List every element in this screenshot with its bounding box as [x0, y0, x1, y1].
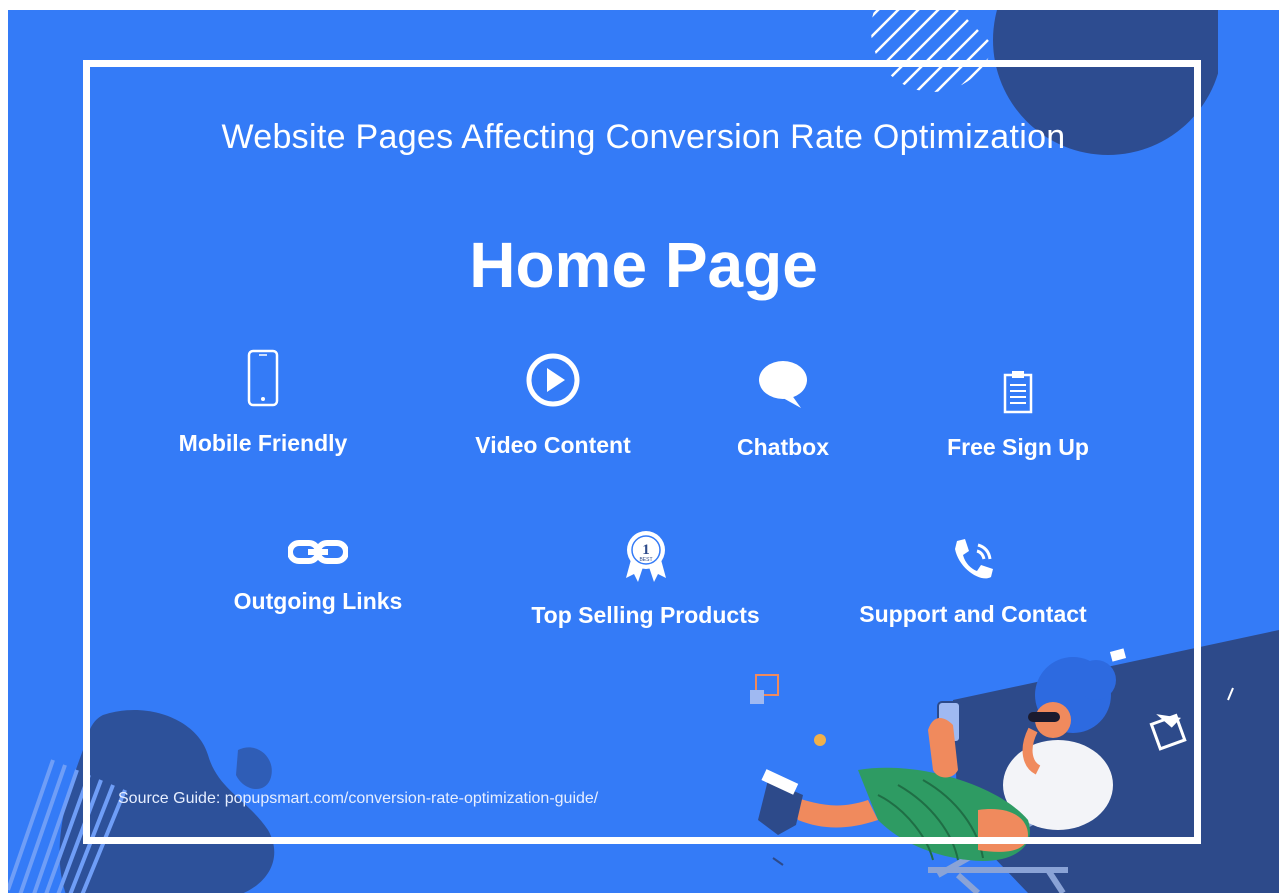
- play-circle-icon: [526, 353, 580, 407]
- chat-bubble-icon: [759, 361, 807, 408]
- feature-label: Outgoing Links: [233, 588, 403, 614]
- mobile-phone-icon: [247, 349, 279, 407]
- feature-label: Free Sign Up: [947, 434, 1089, 460]
- infographic-subtitle: Website Pages Affecting Conversion Rate …: [221, 118, 1066, 156]
- feature-mobile-friendly: Mobile Friendly: [158, 348, 368, 457]
- page-title: Home Page: [469, 229, 818, 301]
- feature-label: Video Content: [475, 432, 631, 458]
- infographic-canvas: Website Pages Affecting Conversion Rate …: [8, 10, 1279, 893]
- feature-free-sign-up: Free Sign Up: [928, 370, 1108, 461]
- feature-top-selling-products: 1 BEST Top Selling Products: [508, 530, 783, 629]
- badge-text: BEST: [639, 557, 652, 563]
- feature-support-and-contact: Support and Contact: [848, 537, 1098, 628]
- clipboard-icon: [1003, 371, 1033, 414]
- phone-icon: [955, 539, 993, 579]
- feature-label: Mobile Friendly: [178, 430, 348, 456]
- best-ribbon-icon: 1 BEST: [625, 531, 666, 582]
- feature-label: Top Selling Products: [531, 602, 760, 628]
- feature-outgoing-links: Outgoing Links: [213, 540, 423, 615]
- feature-label: Chatbox: [737, 434, 829, 460]
- feature-chatbox: Chatbox: [718, 358, 848, 461]
- feature-label: Support and Contact: [859, 601, 1087, 627]
- link-icon: [288, 540, 348, 564]
- badge-number: 1: [642, 542, 650, 558]
- feature-video-content: Video Content: [443, 352, 663, 459]
- source-citation: Source Guide: popupsmart.com/conversion-…: [118, 790, 599, 807]
